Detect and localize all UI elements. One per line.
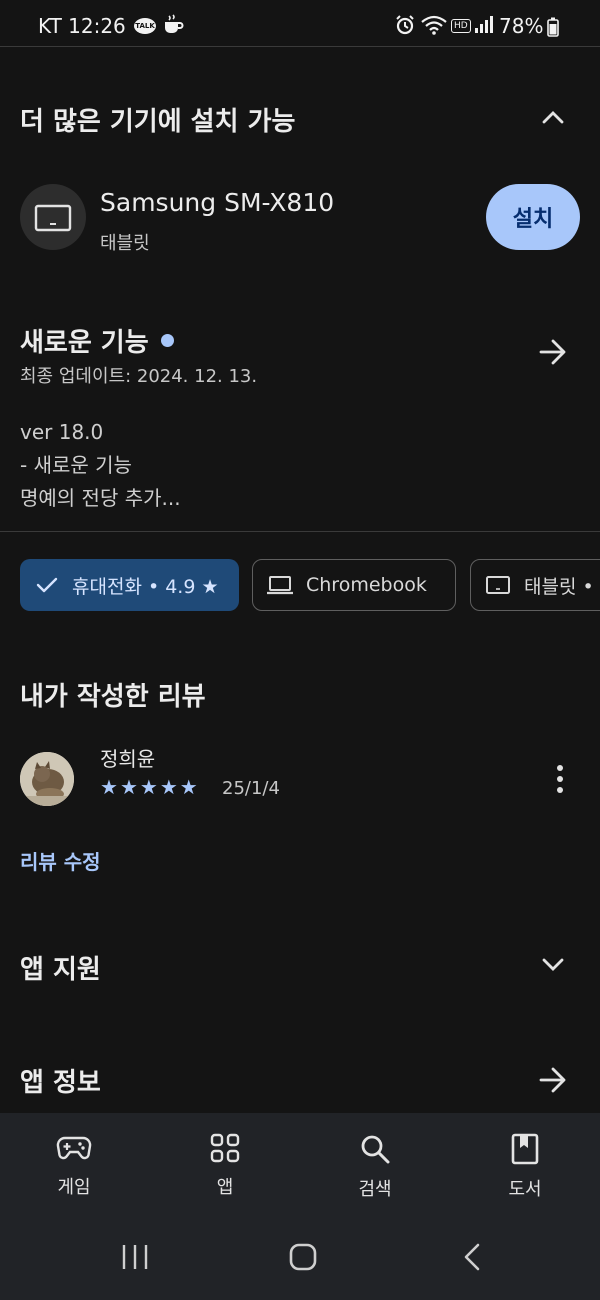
gamepad-icon	[56, 1136, 92, 1160]
app-support-title[interactable]: 앱 지원	[20, 949, 101, 986]
nav-books[interactable]: 도서	[475, 1133, 575, 1201]
search-icon	[361, 1135, 390, 1164]
status-carrier-time: KT 12:26	[38, 14, 126, 38]
collapse-chevron-up-icon[interactable]	[540, 106, 566, 128]
review-rating-stars: ★ ★ ★ ★ ★	[100, 776, 198, 798]
install-more-devices-title: 더 많은 기기에 설치 가능	[20, 107, 296, 137]
chip-tablet-label: 태블릿 • 4	[524, 575, 600, 598]
nav-apps[interactable]: 앱	[175, 1133, 275, 1199]
recent-apps-button[interactable]	[120, 1243, 150, 1275]
my-review-title: 내가 작성한 리뷰	[20, 682, 206, 712]
reviewer-name: 정희윤	[100, 747, 156, 771]
battery-percent: 78%	[499, 14, 544, 38]
nav-games[interactable]: 게임	[24, 1133, 124, 1199]
app-info-title[interactable]: 앱 정보	[20, 1062, 101, 1099]
status-bar: KT 12:26 TALK HD 78%	[0, 0, 600, 47]
device-name: Samsung SM-X810	[100, 188, 335, 217]
chip-chromebook-label: Chromebook	[306, 574, 427, 596]
back-button[interactable]	[460, 1243, 484, 1275]
chip-phone[interactable]: 휴대전화 • 4.9 ★	[20, 559, 239, 611]
nav-search-label: 검색	[358, 1179, 392, 1200]
nav-books-label: 도서	[508, 1179, 542, 1200]
edit-review-link[interactable]: 리뷰 수정	[20, 846, 101, 875]
release-note-line: - 새로운 기능	[20, 453, 132, 477]
star-icon: ★	[179, 775, 198, 799]
talk-notification-icon: TALK	[134, 18, 156, 34]
star-icon: ★	[100, 775, 118, 799]
more-options-icon[interactable]	[550, 763, 570, 795]
release-notes: ver 18.0 - 새로운 기능 명예의 전당 추가...	[20, 416, 181, 515]
chip-phone-label: 휴대전화 • 4.9 ★	[72, 575, 219, 598]
tablet-icon	[486, 576, 510, 594]
reviewer-avatar	[20, 752, 74, 806]
chip-chromebook[interactable]: Chromebook	[252, 559, 456, 611]
nav-search[interactable]: 검색	[325, 1133, 425, 1201]
back-icon	[464, 1243, 480, 1271]
laptop-icon	[267, 576, 293, 595]
battery-icon	[547, 17, 559, 37]
nav-apps-label: 앱	[216, 1177, 234, 1198]
release-note-line: ver 18.0	[20, 420, 104, 444]
release-note-line: 명예의 전당 추가...	[20, 486, 181, 510]
review-date: 25/1/4	[222, 778, 280, 799]
home-icon	[289, 1243, 317, 1271]
star-icon: ★	[139, 775, 158, 799]
tablet-icon	[34, 204, 72, 232]
star-icon: ★	[159, 775, 178, 799]
whats-new-title: 새로운 기능	[20, 328, 149, 358]
whats-new-arrow-icon[interactable]	[538, 338, 568, 366]
recents-icon	[122, 1245, 148, 1269]
nav-games-label: 게임	[57, 1177, 91, 1198]
expand-chevron-down-icon[interactable]	[540, 954, 566, 976]
check-icon	[36, 577, 58, 593]
last-updated: 최종 업데이트: 2024. 12. 13.	[20, 366, 258, 387]
book-icon	[511, 1133, 539, 1165]
app-info-arrow-icon[interactable]	[538, 1066, 568, 1094]
chip-tablet[interactable]: 태블릿 • 4	[470, 559, 600, 611]
install-button[interactable]: 설치	[486, 184, 580, 250]
star-icon: ★	[119, 775, 138, 799]
signal-icon	[474, 16, 494, 34]
section-divider	[0, 531, 600, 532]
home-button[interactable]	[288, 1243, 318, 1275]
new-indicator-dot	[160, 334, 174, 347]
device-avatar	[20, 184, 86, 250]
coffee-notification-icon	[162, 14, 184, 36]
device-type: 태블릿	[100, 233, 150, 254]
whats-new-header[interactable]: 새로운 기능	[20, 322, 174, 359]
hd-voice-badge: HD	[451, 19, 471, 33]
apps-grid-icon	[210, 1133, 240, 1163]
wifi-icon	[420, 14, 448, 36]
alarm-icon	[394, 14, 416, 36]
bottom-navigation: 게임 앱 검색 도서	[0, 1113, 600, 1300]
